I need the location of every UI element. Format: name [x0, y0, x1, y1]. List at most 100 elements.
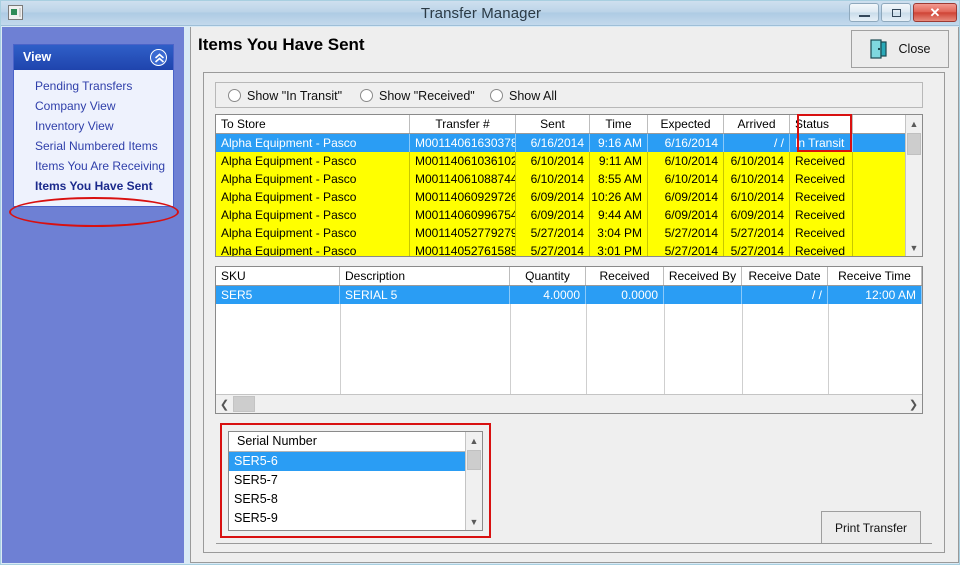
radio-dot-icon — [360, 89, 373, 102]
column-header-status[interactable]: Status — [790, 115, 853, 133]
print-transfer-button[interactable]: Print Transfer — [821, 511, 921, 544]
scrollbar-thumb[interactable] — [907, 133, 921, 155]
sidebar-item-items-you-are-receiving[interactable]: Items You Are Receiving — [14, 156, 173, 176]
serial-number-list[interactable]: Serial Number SER5-6 SER5-7 SER5-8 SER5-… — [228, 431, 483, 531]
cell-to-store: Alpha Equipment - Pasco — [216, 152, 410, 170]
table-row[interactable]: SER5 SERIAL 5 4.0000 0.0000 / / 12:00 AM — [216, 286, 922, 304]
column-header-transfer[interactable]: Transfer # — [410, 115, 516, 133]
minimize-icon — [859, 15, 870, 17]
main-pane: Items You Have Sent Close Show "In Trans… — [190, 27, 959, 563]
list-item[interactable]: SER5-7 — [229, 471, 482, 490]
cell-time: 3:01 PM — [590, 242, 648, 256]
chevron-double-up-icon[interactable] — [150, 49, 167, 66]
cell-sku: SER5 — [216, 286, 340, 304]
column-header-received[interactable]: Received — [586, 267, 664, 285]
scroll-down-icon[interactable]: ▼ — [466, 513, 482, 530]
cell-time: 9:11 AM — [590, 152, 648, 170]
radio-show-all[interactable]: Show All — [490, 87, 557, 104]
cell-status: Received — [790, 152, 853, 170]
cell-receive-time: 12:00 AM — [828, 286, 922, 304]
details-grid[interactable]: SKU Description Quantity Received Receiv… — [215, 266, 923, 414]
cell-time: 9:44 AM — [590, 206, 648, 224]
column-header-expected[interactable]: Expected — [648, 115, 724, 133]
cell-status: Received — [790, 206, 853, 224]
list-item[interactable]: SER5-6 — [229, 452, 482, 471]
list-item[interactable]: SER5-9 — [229, 509, 482, 528]
table-row[interactable]: Alpha Equipment - Pasco M001140616303781… — [216, 134, 922, 152]
scrollbar-thumb[interactable] — [233, 396, 255, 412]
column-header-description[interactable]: Description — [340, 267, 510, 285]
column-header-sku[interactable]: SKU — [216, 267, 340, 285]
scroll-left-icon[interactable]: ❮ — [216, 395, 233, 413]
scroll-up-icon[interactable]: ▲ — [906, 115, 922, 132]
table-row[interactable]: Alpha Equipment - Pasco M001140527792792… — [216, 224, 922, 242]
cell-sent: 5/27/2014 — [516, 224, 590, 242]
view-panel-header: View — [14, 45, 173, 70]
serial-list-vertical-scrollbar[interactable]: ▲ ▼ — [465, 432, 482, 530]
scrollbar-thumb[interactable] — [467, 450, 481, 470]
serial-number-annotation: Serial Number SER5-6 SER5-7 SER5-8 SER5-… — [220, 423, 491, 538]
column-header-received-by[interactable]: Received By — [664, 267, 742, 285]
column-header-quantity[interactable]: Quantity — [510, 267, 586, 285]
scroll-down-icon[interactable]: ▼ — [906, 239, 922, 256]
table-row[interactable]: Alpha Equipment - Pasco M001140610361029… — [216, 152, 922, 170]
column-header-time[interactable]: Time — [590, 115, 648, 133]
cell-expected: 6/10/2014 — [648, 170, 724, 188]
sidebar: View Pending Transfers Company View Inve… — [2, 27, 184, 563]
window-title: Transfer Manager — [420, 5, 542, 22]
cell-status: Received — [790, 224, 853, 242]
scroll-right-icon[interactable]: ❯ — [905, 395, 922, 413]
cell-sent: 6/16/2014 — [516, 134, 590, 152]
transfers-grid-header: To Store Transfer # Sent Time Expected A… — [216, 115, 922, 134]
maximize-button[interactable] — [881, 3, 911, 22]
list-item[interactable]: SER5-8 — [229, 490, 482, 509]
title-bar: Transfer Manager ✕ — [1, 1, 959, 26]
window-controls: ✕ — [849, 3, 957, 22]
close-window-button[interactable]: ✕ — [913, 3, 957, 22]
radio-label: Show "Received" — [379, 88, 475, 103]
cell-to-store: Alpha Equipment - Pasco — [216, 224, 410, 242]
cell-to-store: Alpha Equipment - Pasco — [216, 170, 410, 188]
table-row[interactable]: Alpha Equipment - Pasco M001140610887448… — [216, 170, 922, 188]
minimize-button[interactable] — [849, 3, 879, 22]
cell-received: 0.0000 — [586, 286, 664, 304]
sidebar-item-pending-transfers[interactable]: Pending Transfers — [14, 76, 173, 96]
column-header-arrived[interactable]: Arrived — [724, 115, 790, 133]
column-header-receive-date[interactable]: Receive Date — [742, 267, 828, 285]
table-row[interactable]: Alpha Equipment - Pasco M001140609967543… — [216, 206, 922, 224]
cell-expected: 5/27/2014 — [648, 242, 724, 256]
column-header-to-store[interactable]: To Store — [216, 115, 410, 133]
content-panel: Show "In Transit" Show "Received" Show A… — [203, 72, 945, 553]
transfers-grid-vertical-scrollbar[interactable]: ▲ ▼ — [905, 115, 922, 256]
page-title: Items You Have Sent — [198, 35, 365, 54]
scroll-up-icon[interactable]: ▲ — [466, 432, 482, 449]
column-header-receive-time[interactable]: Receive Time — [828, 267, 922, 285]
transfer-manager-window: Transfer Manager ✕ View Pending Transfer… — [0, 0, 960, 565]
column-header-sent[interactable]: Sent — [516, 115, 590, 133]
table-row[interactable]: Alpha Equipment - Pasco M001140609297264… — [216, 188, 922, 206]
cell-expected: 6/16/2014 — [648, 134, 724, 152]
details-grid-horizontal-scrollbar[interactable]: ❮ ❯ — [216, 394, 922, 413]
cell-description: SERIAL 5 — [340, 286, 510, 304]
transfers-grid[interactable]: To Store Transfer # Sent Time Expected A… — [215, 114, 923, 257]
sidebar-item-inventory-view[interactable]: Inventory View — [14, 116, 173, 136]
cell-sent: 6/09/2014 — [516, 206, 590, 224]
view-panel: View Pending Transfers Company View Inve… — [13, 44, 174, 207]
radio-label: Show "In Transit" — [247, 88, 343, 103]
radio-show-in-transit[interactable]: Show "In Transit" — [228, 87, 342, 104]
table-row[interactable]: Alpha Equipment - Pasco M001140527615859… — [216, 242, 922, 256]
radio-show-received[interactable]: Show "Received" — [360, 87, 475, 104]
cell-status: In Transit — [790, 134, 853, 152]
print-transfer-label: Print Transfer — [834, 520, 908, 535]
cell-status: Received — [790, 188, 853, 206]
chevron-double-up-glyph — [154, 53, 165, 63]
close-button[interactable]: Close — [851, 30, 949, 68]
sidebar-item-serial-numbered-items[interactable]: Serial Numbered Items — [14, 136, 173, 156]
bottom-divider — [216, 543, 932, 544]
cell-sent: 6/10/2014 — [516, 170, 590, 188]
close-button-label: Close — [898, 42, 931, 56]
cell-expected: 6/09/2014 — [648, 206, 724, 224]
cell-to-store: Alpha Equipment - Pasco — [216, 242, 410, 256]
sidebar-item-items-you-have-sent[interactable]: Items You Have Sent — [14, 176, 173, 196]
sidebar-item-company-view[interactable]: Company View — [14, 96, 173, 116]
